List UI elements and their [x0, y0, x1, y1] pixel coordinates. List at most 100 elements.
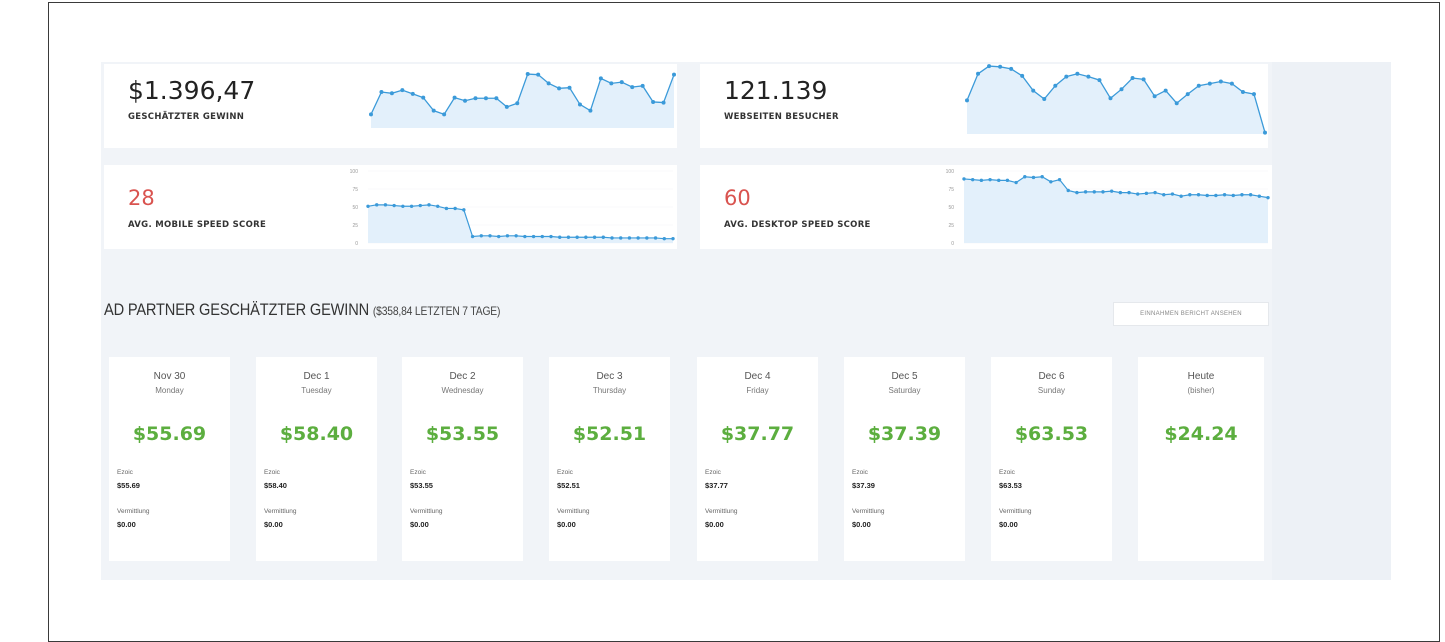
- day-weekday: Friday: [746, 386, 769, 395]
- speed-point: [636, 236, 640, 240]
- sparkline-point: [987, 64, 992, 69]
- speed-point: [997, 178, 1001, 183]
- speed-point: [1214, 193, 1218, 198]
- speed-point: [962, 177, 966, 181]
- sparkline-point: [1119, 87, 1124, 92]
- speed-point: [1066, 188, 1070, 193]
- sparkline-point: [619, 80, 624, 85]
- speed-point: [619, 236, 623, 240]
- speed-point: [601, 235, 605, 239]
- day-card-dec4[interactable]: Dec 4 Friday $37.77 Ezoic $37.77 Vermitt…: [697, 357, 818, 561]
- visitors-stat-card[interactable]: 121.139 WEBSEITEN BESUCHER: [700, 64, 1268, 148]
- speed-point: [1248, 193, 1253, 197]
- ezoic-amount: $37.39: [852, 481, 875, 490]
- speed-point: [1162, 193, 1166, 197]
- speed-point: [1188, 193, 1192, 197]
- sparkline-point: [1031, 88, 1036, 93]
- day-total-amount: $53.55: [425, 423, 500, 445]
- desktop-speed-chart: 100 75 50 25 0: [946, 169, 1270, 247]
- day-card-nov30[interactable]: Nov 30 Monday $55.69 Ezoic $55.69 Vermit…: [109, 357, 230, 561]
- sparkline-point: [452, 95, 457, 100]
- sparkline-point: [1009, 66, 1014, 71]
- sparkline-point: [965, 98, 969, 103]
- speed-point: [1005, 178, 1010, 183]
- sparkline-point: [1141, 77, 1146, 82]
- day-date: Dec 6: [1038, 371, 1065, 382]
- sparkline-point: [463, 98, 468, 103]
- speed-point: [988, 177, 992, 182]
- speed-point: [375, 203, 379, 207]
- speed-point: [1240, 193, 1244, 197]
- speed-point: [1092, 190, 1096, 194]
- mobile-speed-card[interactable]: 28 AVG. MOBILE SPEED SCORE 100 75 50 25 0: [104, 165, 677, 249]
- ezoic-label: Ezoic: [264, 469, 280, 476]
- speed-point: [418, 203, 422, 208]
- ezoic-amount: $53.55: [410, 481, 433, 490]
- vermittlung-label: Vermittlung: [117, 508, 150, 515]
- day-card-dec5[interactable]: Dec 5 Saturday $37.39 Ezoic $37.39 Vermi…: [844, 357, 965, 561]
- speed-y-tick: 50: [948, 205, 954, 211]
- speed-point: [453, 206, 457, 211]
- day-total-amount: $52.51: [572, 423, 647, 445]
- day-card-dec1[interactable]: Dec 1 Tuesday $58.40 Ezoic $58.40 Vermit…: [256, 357, 377, 561]
- profit-stat-card[interactable]: $1.396,47 GESCHÄTZTER GEWINN: [104, 64, 677, 148]
- speed-point: [462, 208, 466, 212]
- speed-point: [531, 234, 536, 239]
- day-card-dec3[interactable]: Dec 3 Thursday $52.51 Ezoic $52.51 Vermi…: [549, 357, 670, 561]
- day-total-amount: $37.77: [720, 423, 795, 445]
- speed-point: [1144, 191, 1149, 196]
- ezoic-label: Ezoic: [852, 469, 868, 476]
- speed-point: [497, 234, 501, 239]
- speed-point: [1031, 175, 1036, 180]
- ezoic-label: Ezoic: [705, 469, 721, 476]
- day-total-amount: $37.39: [867, 423, 942, 445]
- speed-point: [1196, 193, 1201, 197]
- speed-y-tick: 100: [946, 169, 955, 175]
- ezoic-amount: $63.53: [999, 481, 1022, 490]
- vermittlung-amount: $0.00: [852, 520, 871, 529]
- desktop-speed-value: 60: [724, 186, 751, 210]
- vermittlung-label: Vermittlung: [705, 508, 738, 515]
- desktop-speed-card[interactable]: 60 AVG. DESKTOP SPEED SCORE 100 75 50 25 0: [700, 165, 1272, 249]
- vermittlung-amount: $0.00: [264, 520, 283, 529]
- speed-point: [470, 234, 475, 239]
- speed-point: [592, 235, 597, 239]
- sparkline-point: [1042, 97, 1047, 101]
- sparkline-point: [630, 85, 635, 90]
- speed-point: [488, 234, 492, 238]
- speed-point: [514, 234, 518, 238]
- sparkline-point: [609, 81, 614, 86]
- day-card-dec2[interactable]: Dec 2 Wednesday $53.55 Ezoic $53.55 Verm…: [402, 357, 523, 561]
- desktop-speed-label: AVG. DESKTOP SPEED SCORE: [724, 220, 871, 230]
- sparkline-point: [672, 72, 676, 77]
- day-weekday: Sunday: [1037, 386, 1066, 395]
- sparkline-point: [651, 99, 656, 104]
- speed-point: [409, 204, 414, 208]
- speed-point: [610, 236, 614, 240]
- view-earnings-report-button[interactable]: EINNAHMEN BERICHT ANSEHEN: [1113, 302, 1269, 326]
- speed-point: [366, 204, 370, 208]
- vermittlung-amount: $0.00: [557, 520, 576, 529]
- speed-point: [540, 234, 544, 239]
- visitors-label: WEBSEITEN BESUCHER: [724, 112, 839, 122]
- sparkline-point: [976, 71, 981, 76]
- speed-point: [970, 177, 975, 182]
- speed-point: [427, 203, 431, 207]
- speed-point: [392, 203, 396, 208]
- sparkline-point: [546, 81, 551, 86]
- sparkline-area: [967, 66, 1265, 134]
- day-card-today[interactable]: Heute (bisher) $24.24: [1138, 357, 1264, 561]
- speed-point: [1075, 190, 1079, 195]
- speed-point: [1257, 194, 1262, 198]
- vermittlung-label: Vermittlung: [410, 508, 443, 515]
- speed-point: [1170, 192, 1175, 196]
- vermittlung-amount: $0.00: [999, 520, 1018, 529]
- speed-y-tick: 0: [355, 241, 358, 247]
- day-total-amount: $58.40: [279, 423, 354, 445]
- sparkline-point: [557, 86, 562, 91]
- sparkline-point: [1207, 81, 1212, 86]
- section-subtitle: ($358,84 LETZTEN 7 TAGE): [372, 304, 501, 318]
- sparkline-point: [410, 91, 415, 96]
- ad-partner-section-title: AD PARTNER GESCHÄTZTER GEWINN ($358,84 L…: [104, 300, 500, 320]
- day-card-dec6[interactable]: Dec 6 Sunday $63.53 Ezoic $63.53 Vermitt…: [991, 357, 1112, 561]
